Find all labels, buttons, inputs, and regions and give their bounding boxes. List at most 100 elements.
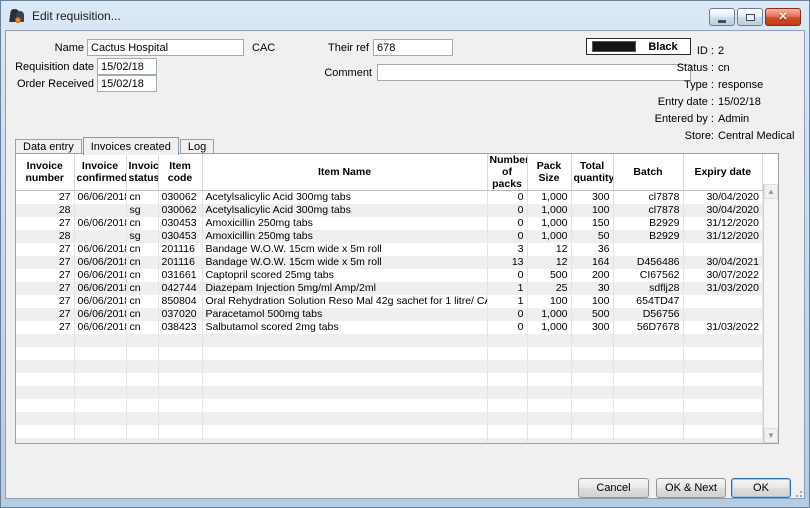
cell — [202, 438, 487, 443]
table-row[interactable]: 2706/06/2018cn031661Captopril scored 25m… — [16, 269, 763, 282]
tab-invoices-created[interactable]: Invoices created — [83, 137, 179, 155]
cell: 1,000 — [527, 321, 571, 334]
resize-grip-icon[interactable] — [791, 486, 802, 497]
column-header-7[interactable]: Pack Size — [527, 154, 571, 191]
table-row[interactable]: 2706/06/2018cn042744Diazepam Injection 5… — [16, 282, 763, 295]
cell — [613, 412, 683, 425]
table-row[interactable]: 28sg030453Amoxicillin 250mg tabs01,00050… — [16, 230, 763, 243]
tab-log[interactable]: Log — [180, 139, 214, 154]
entry-date-label: Entry date : — [619, 94, 714, 111]
edit-requisition-window: Edit requisition... ✕ Name CAC Their ref… — [0, 0, 810, 508]
column-header-2[interactable]: Invoice confirmed — [74, 154, 126, 191]
cell — [683, 334, 763, 347]
cell: D456486 — [613, 256, 683, 269]
table-row[interactable]: 28sg030062Acetylsalicylic Acid 300mg tab… — [16, 204, 763, 217]
cell: 500 — [571, 308, 613, 321]
cell — [16, 399, 74, 412]
cell — [158, 373, 202, 386]
scroll-down-icon[interactable]: ▼ — [764, 428, 778, 443]
cell: 25 — [527, 282, 571, 295]
column-header-8[interactable]: Total quantity — [571, 154, 613, 191]
cell — [571, 425, 613, 438]
column-header-4[interactable]: Item code — [158, 154, 202, 191]
column-header-5[interactable]: Item Name — [202, 154, 487, 191]
requisition-date-input[interactable] — [97, 58, 157, 75]
cell — [202, 399, 487, 412]
cell: Bandage W.O.W. 15cm wide x 5m roll — [202, 243, 487, 256]
cell: 0 — [487, 217, 527, 230]
column-header-3[interactable]: Invoice status — [126, 154, 158, 191]
ok-button[interactable]: OK — [731, 478, 791, 498]
cell — [158, 334, 202, 347]
cell — [16, 438, 74, 443]
cell — [487, 438, 527, 443]
cell: 1 — [487, 295, 527, 308]
cell — [487, 425, 527, 438]
table-row[interactable]: 2706/06/2018cn201116Bandage W.O.W. 15cm … — [16, 256, 763, 269]
cell — [571, 412, 613, 425]
cell: cn — [126, 217, 158, 230]
cell — [487, 373, 527, 386]
cell — [126, 360, 158, 373]
cell: 06/06/2018 — [74, 191, 126, 205]
cell: 06/06/2018 — [74, 282, 126, 295]
cell: cl7878 — [613, 204, 683, 217]
table-row[interactable]: 2706/06/2018cn030062Acetylsalicylic Acid… — [16, 191, 763, 205]
cell — [487, 347, 527, 360]
cell — [16, 334, 74, 347]
cell — [527, 373, 571, 386]
cell: 0 — [487, 308, 527, 321]
id-value: 2 — [718, 43, 798, 60]
cell — [527, 412, 571, 425]
cell: 36 — [571, 243, 613, 256]
cell: 037020 — [158, 308, 202, 321]
info-panel: ID :2 Status :cn Type :response Entry da… — [619, 43, 798, 145]
cell — [683, 438, 763, 443]
order-received-input[interactable] — [97, 75, 157, 92]
cell: 1,000 — [527, 217, 571, 230]
cell — [613, 347, 683, 360]
type-value: response — [718, 77, 798, 94]
table-row-empty — [16, 425, 763, 438]
cell: 30/07/2022 — [683, 269, 763, 282]
name-input[interactable] — [87, 39, 244, 56]
cancel-button[interactable]: Cancel — [578, 478, 649, 498]
close-button[interactable]: ✕ — [765, 8, 801, 26]
column-header-6[interactable]: Number of packs — [487, 154, 527, 191]
scroll-up-icon[interactable]: ▲ — [764, 184, 778, 199]
cell — [158, 438, 202, 443]
cell: 3 — [487, 243, 527, 256]
ok-next-button[interactable]: OK & Next — [656, 478, 726, 498]
table-row[interactable]: 2706/06/2018cn201116Bandage W.O.W. 15cm … — [16, 243, 763, 256]
cell: 50 — [571, 230, 613, 243]
table-row[interactable]: 2706/06/2018cn037020Paracetamol 500mg ta… — [16, 308, 763, 321]
column-header-9[interactable]: Batch — [613, 154, 683, 191]
table-row[interactable]: 2706/06/2018cn030453Amoxicillin 250mg ta… — [16, 217, 763, 230]
table-row[interactable]: 2706/06/2018cn038423Salbutamol scored 2m… — [16, 321, 763, 334]
column-header-1[interactable]: Invoice number — [16, 154, 74, 191]
cell: Oral Rehydration Solution Reso Mal 42g s… — [202, 295, 487, 308]
name-label: Name — [6, 42, 84, 54]
tab-data-entry[interactable]: Data entry — [15, 139, 82, 154]
maximize-button[interactable] — [737, 8, 763, 26]
cell — [74, 360, 126, 373]
cell — [683, 347, 763, 360]
minimize-button[interactable] — [709, 8, 735, 26]
cell — [74, 373, 126, 386]
window-title: Edit requisition... — [32, 9, 121, 23]
cell: 201116 — [158, 256, 202, 269]
column-header-10[interactable]: Expiry date — [683, 154, 763, 191]
cell — [16, 386, 74, 399]
vertical-scrollbar[interactable]: ▲ ▼ — [763, 184, 778, 443]
cell: 030453 — [158, 217, 202, 230]
cell: 06/06/2018 — [74, 217, 126, 230]
cell: 030453 — [158, 230, 202, 243]
title-bar[interactable]: Edit requisition... ✕ — [5, 1, 805, 30]
cell: 031661 — [158, 269, 202, 282]
cell: 0 — [487, 230, 527, 243]
table-row-empty — [16, 412, 763, 425]
cell — [202, 360, 487, 373]
cell — [527, 360, 571, 373]
their-ref-input[interactable] — [373, 39, 453, 56]
table-row[interactable]: 2706/06/2018cn850804Oral Rehydration Sol… — [16, 295, 763, 308]
